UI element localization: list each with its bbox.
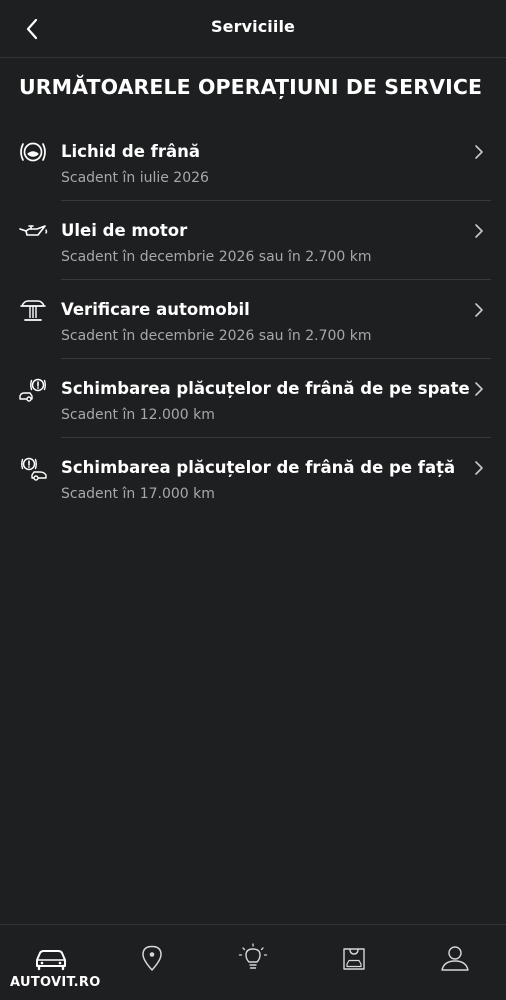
service-item-title: Verificare automobil xyxy=(61,300,250,319)
service-item-title: Lichid de frână xyxy=(61,142,200,161)
service-item-due: Scadent în decembrie 2026 sau în 2.700 k… xyxy=(61,328,372,344)
location-pin-icon xyxy=(142,945,162,971)
watermark-logo: AUTOVIT.RO xyxy=(10,975,101,990)
tab-profile[interactable] xyxy=(438,943,472,973)
chevron-right-icon xyxy=(475,461,483,475)
chevron-right-icon xyxy=(475,145,483,159)
section-title: URMĂTOARELE OPERAȚIUNI DE SERVICE xyxy=(19,75,483,99)
front-brake-pads-icon xyxy=(21,457,47,481)
chevron-right-icon xyxy=(475,382,483,396)
service-item-title: Schimbarea plăcuțelor de frână de pe spa… xyxy=(61,379,470,398)
service-item-rear-brake-pads[interactable]: Schimbarea plăcuțelor de frână de pe spa… xyxy=(0,359,506,438)
brake-fluid-icon xyxy=(20,142,46,162)
shopping-bag-icon xyxy=(343,948,365,970)
oil-can-icon xyxy=(19,225,48,236)
tab-vehicle[interactable] xyxy=(34,943,68,973)
profile-icon xyxy=(441,946,469,971)
service-item-front-brake-pads[interactable]: Schimbarea plăcuțelor de frână de pe faț… xyxy=(0,438,506,517)
car-lift-icon xyxy=(20,300,46,321)
rear-brake-pads-icon xyxy=(19,378,46,402)
top-bar: Serviciile xyxy=(0,0,506,58)
service-item-engine-oil[interactable]: Ulei de motor Scadent în decembrie 2026 … xyxy=(0,201,506,280)
page-title: Serviciile xyxy=(211,17,295,36)
chevron-right-icon xyxy=(475,303,483,317)
service-list: Lichid de frână Scadent în iulie 2026 Ul… xyxy=(0,122,506,517)
car-icon xyxy=(36,950,66,971)
service-item-due: Scadent în 17.000 km xyxy=(61,486,215,502)
service-item-vehicle-check[interactable]: Verificare automobil Scadent în decembri… xyxy=(0,280,506,359)
service-item-due: Scadent în 12.000 km xyxy=(61,407,215,423)
chevron-right-icon xyxy=(475,224,483,238)
service-item-title: Schimbarea plăcuțelor de frână de pe faț… xyxy=(61,458,456,477)
tab-shop[interactable] xyxy=(337,943,371,973)
service-item-brake-fluid[interactable]: Lichid de frână Scadent în iulie 2026 xyxy=(0,122,506,201)
service-item-title: Ulei de motor xyxy=(61,221,188,240)
service-item-due: Scadent în iulie 2026 xyxy=(61,170,209,186)
tab-tips[interactable] xyxy=(236,943,270,973)
lightbulb-icon xyxy=(238,943,268,969)
tab-map[interactable] xyxy=(135,943,169,973)
service-item-due: Scadent în decembrie 2026 sau în 2.700 k… xyxy=(61,249,372,265)
